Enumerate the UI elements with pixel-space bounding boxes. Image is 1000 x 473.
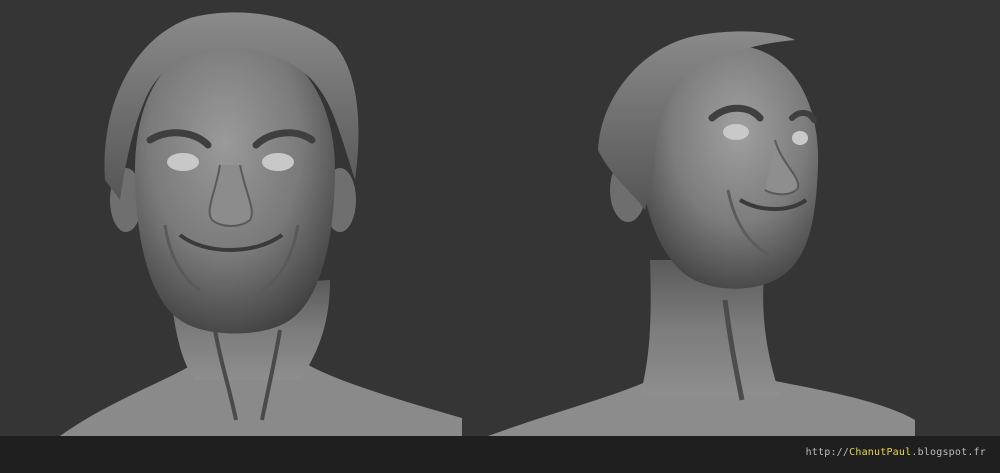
- footer-bar: http://ChanutPaul.blogspot.fr: [0, 436, 1000, 473]
- three-quarter-view-bust: [488, 31, 915, 436]
- artwork-canvas: http://ChanutPaul.blogspot.fr: [0, 0, 1000, 473]
- blog-credit-link[interactable]: http://ChanutPaul.blogspot.fr: [806, 447, 986, 458]
- credit-url-prefix: http://: [805, 447, 850, 458]
- credit-url-highlight: ChanutPaul: [849, 447, 912, 458]
- sculpt-render: [60, 12, 915, 436]
- front-view-bust: [60, 12, 462, 436]
- credit-url-suffix: .blogspot.fr: [911, 447, 986, 458]
